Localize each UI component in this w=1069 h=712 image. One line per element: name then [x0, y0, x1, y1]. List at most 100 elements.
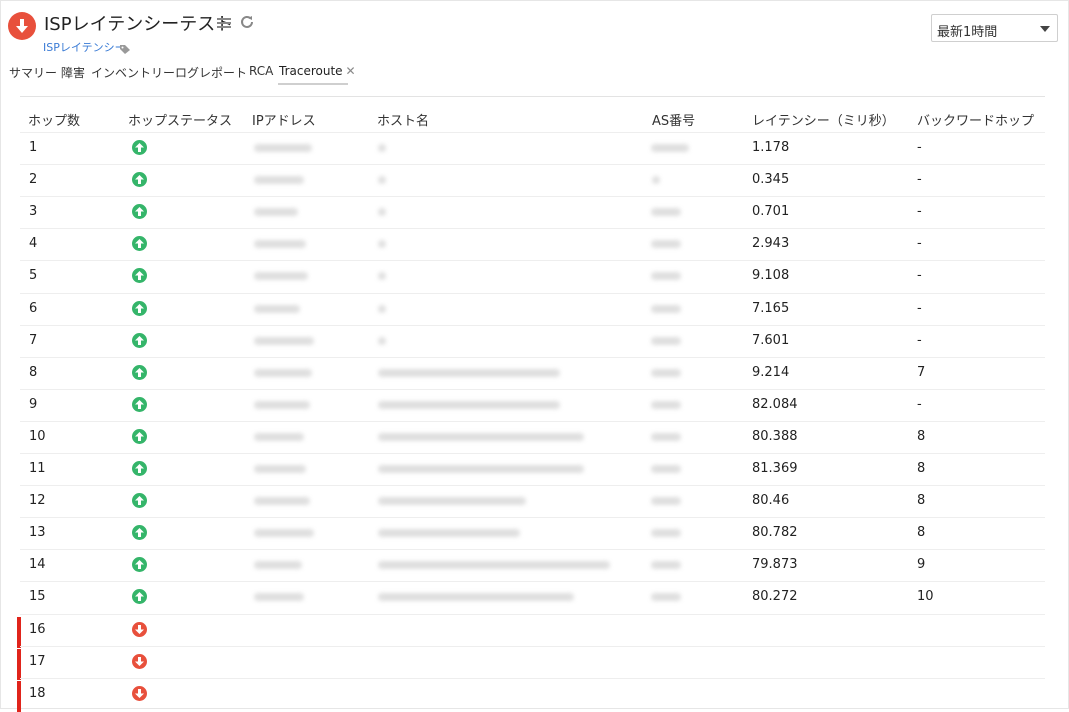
- redacted-as-number: [652, 176, 660, 184]
- table-top-divider: [20, 96, 1045, 97]
- tag-icon[interactable]: [119, 40, 131, 54]
- column-header-backward-hop[interactable]: バックワードホップ: [917, 110, 1034, 129]
- hop-down-icon: [132, 622, 147, 637]
- hop-number: 13: [29, 525, 46, 540]
- column-header-ip-address[interactable]: IPアドレス: [252, 110, 316, 129]
- menu-icon[interactable]: [217, 15, 231, 29]
- hop-up-icon: [132, 493, 147, 508]
- column-header-latency[interactable]: レイテンシー（ミリ秒）: [752, 110, 895, 129]
- tab-traceroute-label: Traceroute: [279, 64, 343, 78]
- redacted-ip-address: [254, 176, 304, 184]
- latency-value: 1.178: [752, 140, 790, 155]
- hop-number: 16: [29, 622, 46, 637]
- table-row-divider: [20, 581, 1045, 582]
- backward-hop-value: -: [917, 172, 922, 187]
- redacted-hostname: [378, 208, 386, 216]
- redacted-ip-address: [254, 593, 304, 601]
- backward-hop-value: 8: [917, 429, 926, 444]
- hop-number: 9: [29, 397, 38, 412]
- latency-value: 81.369: [752, 461, 798, 476]
- table-row-divider: [20, 453, 1045, 454]
- hop-up-icon: [132, 557, 147, 572]
- backward-hop-value: 9: [917, 557, 926, 572]
- hop-number: 5: [29, 268, 38, 283]
- monitor-type-link[interactable]: ISPレイテンシー: [43, 39, 126, 55]
- table-row-divider: [20, 132, 1045, 133]
- redacted-hostname: [378, 401, 560, 409]
- hop-down-icon: [132, 654, 147, 669]
- redacted-as-number: [651, 497, 681, 505]
- latency-value: 82.084: [752, 397, 798, 412]
- hop-number: 12: [29, 493, 46, 508]
- redacted-as-number: [651, 240, 681, 248]
- table-row-divider: [20, 357, 1045, 358]
- tab-inventory[interactable]: インベントリー: [91, 64, 175, 81]
- refresh-icon[interactable]: [239, 14, 255, 30]
- redacted-ip-address: [254, 272, 308, 280]
- failed-hop-indicator: [17, 649, 21, 680]
- column-header-hop[interactable]: ホップ数: [28, 110, 80, 129]
- table-row-divider: [20, 678, 1045, 679]
- hop-number: 4: [29, 236, 38, 251]
- table-row-divider: [20, 389, 1045, 390]
- close-icon[interactable]: ✕: [346, 64, 356, 78]
- redacted-ip-address: [254, 208, 298, 216]
- tab-rca[interactable]: RCA: [249, 64, 273, 78]
- latency-value: 7.165: [752, 301, 790, 316]
- redacted-hostname: [378, 176, 386, 184]
- redacted-hostname: [378, 305, 386, 313]
- hop-down-icon: [132, 686, 147, 701]
- hop-up-icon: [132, 172, 147, 187]
- redacted-as-number: [651, 208, 681, 216]
- redacted-as-number: [651, 305, 681, 313]
- hop-number: 18: [29, 686, 46, 701]
- latency-value: 79.873: [752, 557, 798, 572]
- latency-value: 2.943: [752, 236, 790, 251]
- redacted-hostname: [378, 497, 526, 505]
- column-header-hostname[interactable]: ホスト名: [377, 110, 429, 129]
- redacted-hostname: [378, 144, 386, 152]
- time-range-value: 最新1時間: [937, 25, 998, 40]
- redacted-hostname: [378, 337, 386, 345]
- column-header-hop-status[interactable]: ホップステータス: [128, 110, 232, 129]
- failed-hop-indicator: [17, 681, 21, 712]
- hop-up-icon: [132, 461, 147, 476]
- table-row-divider: [20, 421, 1045, 422]
- hop-number: 14: [29, 557, 46, 572]
- backward-hop-value: -: [917, 397, 922, 412]
- tab-traceroute[interactable]: Traceroute ✕: [279, 64, 356, 78]
- backward-hop-value: -: [917, 301, 922, 316]
- column-header-as-number[interactable]: AS番号: [652, 110, 695, 129]
- monitor-down-status-icon: [8, 12, 36, 40]
- redacted-as-number: [651, 337, 681, 345]
- redacted-as-number: [651, 433, 681, 441]
- hop-number: 1: [29, 140, 38, 155]
- latency-value: 9.214: [752, 365, 790, 380]
- redacted-hostname: [378, 561, 610, 569]
- hop-number: 17: [29, 654, 46, 669]
- latency-value: 80.782: [752, 525, 798, 540]
- redacted-ip-address: [254, 144, 312, 152]
- tab-outages[interactable]: 障害: [61, 64, 85, 81]
- latency-value: 9.108: [752, 268, 790, 283]
- tab-summary[interactable]: サマリー: [9, 64, 57, 81]
- table-row-divider: [20, 614, 1045, 615]
- table-row-divider: [20, 517, 1045, 518]
- hop-up-icon: [132, 140, 147, 155]
- tab-log-report[interactable]: ログレポート: [175, 64, 247, 81]
- redacted-hostname: [378, 529, 520, 537]
- table-row-divider: [20, 260, 1045, 261]
- hop-number: 7: [29, 333, 38, 348]
- table-row-divider: [20, 485, 1045, 486]
- table-row-divider: [20, 549, 1045, 550]
- window-frame: [0, 0, 1069, 709]
- latency-value: 80.46: [752, 493, 790, 508]
- hop-up-icon: [132, 268, 147, 283]
- table-row-divider: [20, 196, 1045, 197]
- redacted-as-number: [651, 561, 681, 569]
- redacted-ip-address: [254, 337, 314, 345]
- time-range-select[interactable]: 最新1時間: [931, 14, 1058, 42]
- latency-value: 0.345: [752, 172, 790, 187]
- backward-hop-value: -: [917, 236, 922, 251]
- active-tab-indicator: [278, 83, 348, 85]
